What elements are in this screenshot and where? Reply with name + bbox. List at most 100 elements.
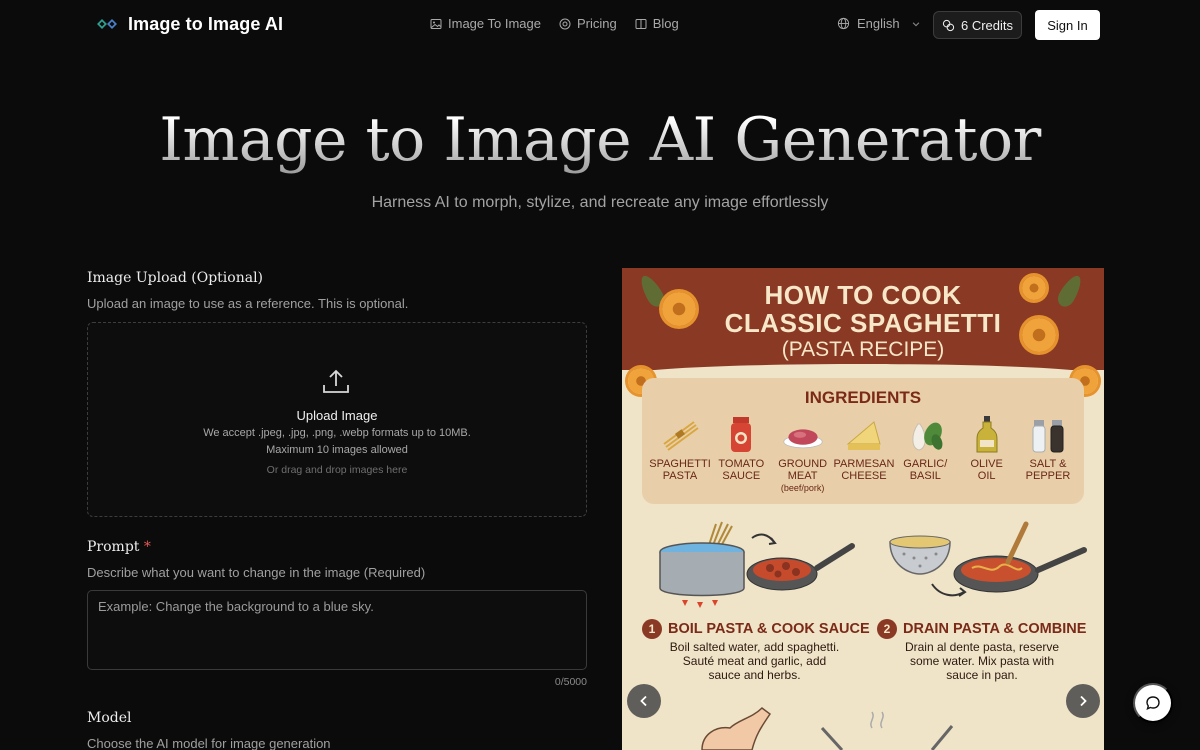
ingredient-item: OLIVE OIL	[957, 414, 1017, 494]
next-steps-illustration	[701, 707, 954, 750]
step1-title-text: BOIL PASTA & COOK SAUCE	[668, 621, 870, 637]
page-subtitle: Harness AI to morph, stylize, and recrea…	[371, 194, 829, 211]
step2-title-text: DRAIN PASTA & COMBINE	[903, 621, 1087, 637]
salt-pepper-shakers-icon	[1032, 420, 1064, 453]
ingredient-line1: SALT &	[1029, 458, 1067, 470]
step2-description: Drain al dente pasta, reserve some water…	[872, 640, 1092, 682]
language-selector[interactable]: English	[837, 16, 921, 31]
image-icon	[430, 18, 442, 29]
ingredients-heading: INGREDIENTS	[804, 388, 922, 407]
upload-max-text: Maximum 10 images allowed	[266, 444, 408, 456]
chat-bubble-icon	[1146, 696, 1160, 711]
step1-line2: Sauté meat and garlic, add	[682, 654, 827, 668]
ingredient-item: SALT & PEPPER	[1018, 414, 1078, 494]
prompt-char-counter: 0/5000	[554, 676, 587, 688]
ingredient-note: (beef/pork)	[780, 483, 825, 493]
required-mark: *	[143, 539, 151, 555]
upload-drag-hint: Or drag and drop images here	[266, 464, 408, 476]
globe-icon	[837, 17, 850, 30]
nav-pricing[interactable]: Pricing	[559, 16, 617, 31]
recipe-title-line1: HOW TO COOK	[764, 280, 962, 310]
main-nav: Image To Image Pricing Blog	[430, 16, 679, 31]
page-title: Image to Image AI Generator	[0, 105, 1200, 175]
recipe-title-line3: (PASTA RECIPE)	[781, 338, 945, 361]
logo-icon	[97, 19, 117, 29]
parmesan-cheese-icon	[846, 421, 881, 450]
model-section-title: Model	[87, 710, 132, 726]
prompt-section-title: Prompt *	[87, 539, 151, 555]
step1-title: 1 BOIL PASTA & COOK SAUCE	[642, 619, 870, 639]
pricing-icon	[559, 18, 571, 29]
ingredient-line1: GARLIC/	[903, 458, 948, 470]
nav-blog[interactable]: Blog	[635, 16, 679, 31]
ingredient-line1: SPAGHETTI	[649, 458, 711, 470]
nav-image-to-image[interactable]: Image To Image	[430, 16, 541, 31]
ingredient-item: GROUND MEAT (beef/pork)	[773, 414, 833, 494]
spaghetti-icon	[663, 421, 699, 451]
chevron-left-icon	[640, 695, 647, 707]
pot-and-pan-illustration	[659, 521, 855, 608]
ingredients-panel: INGREDIENTS SPAGHETTI PASTA TOMATO SAUCE G…	[642, 378, 1084, 504]
nav-label: Pricing	[576, 16, 617, 31]
upload-icon	[323, 369, 349, 393]
ingredient-item: GARLIC/BASIL	[895, 414, 955, 494]
upload-formats-text: We accept .jpeg, .jpg, .png, .webp forma…	[203, 427, 471, 439]
step2-line2: some water. Mix pasta with	[909, 654, 1055, 668]
colander-and-pan-illustration	[889, 521, 1087, 597]
credits-label: 6 Credits	[960, 17, 1014, 33]
upload-image-label: Upload Image	[296, 408, 378, 423]
nav-label: Blog	[652, 16, 679, 31]
recipe-title-line2: CLASSIC SPAGHETTI	[724, 308, 1002, 338]
step2-number: 2	[877, 619, 897, 639]
carousel-prev-button[interactable]	[627, 684, 661, 718]
recipe-title-banner: HOW TO COOK CLASSIC SPAGHETTI (PASTA REC…	[622, 268, 1104, 376]
step1-line3: sauce and herbs.	[708, 668, 801, 682]
tomato-sauce-jar-icon	[731, 417, 752, 452]
chevron-down-icon	[912, 21, 919, 26]
ingredient-line1: OLIVE	[970, 458, 1003, 470]
olive-oil-bottle-icon	[976, 416, 998, 453]
ingredient-line1: PARMESAN	[833, 458, 895, 470]
ingredient-line2: OIL	[977, 470, 996, 482]
nav-label: Image To Image	[448, 16, 541, 31]
language-label: English	[857, 16, 900, 31]
ingredient-line1: GROUND	[778, 458, 828, 470]
carousel-next-button[interactable]	[1066, 684, 1100, 718]
chat-support-button[interactable]	[1133, 683, 1173, 723]
prompt-section-description: Describe what you want to change in the …	[87, 565, 426, 580]
ingredient-item: SPAGHETTI PASTA	[649, 414, 711, 494]
step1-number: 1	[642, 619, 662, 639]
ingredient-line2: MEAT	[787, 470, 818, 482]
step1-description: Boil salted water, add spaghetti. Sauté …	[642, 640, 867, 682]
chevron-right-icon	[1080, 695, 1087, 707]
brand-name: Image to Image AI	[128, 13, 284, 34]
prompt-title-text: Prompt	[87, 539, 140, 555]
ingredient-line2: SAUCE	[722, 470, 761, 482]
image-upload-dropzone[interactable]: Upload Image We accept .jpeg, .jpg, .png…	[87, 322, 587, 517]
step2-line1: Drain al dente pasta, reserve	[904, 640, 1060, 654]
brand-logo[interactable]: Image to Image AI	[95, 12, 283, 36]
model-section-description: Choose the AI model for image generation	[87, 736, 331, 750]
ingredients-list: SPAGHETTI PASTA TOMATO SAUCE GROUND MEAT (be…	[649, 414, 1078, 494]
header: Image to Image AI Image To Image Pricing…	[0, 0, 1200, 50]
upload-section-description: Upload an image to use as a reference. T…	[87, 296, 409, 311]
book-icon	[635, 18, 647, 29]
step1-line1: Boil salted water, add spaghetti.	[669, 640, 840, 654]
example-image-carousel: HOW TO COOK CLASSIC SPAGHETTI (PASTA REC…	[622, 268, 1104, 750]
ingredient-line2: PEPPER	[1025, 470, 1071, 482]
ingredient-item: PARMESAN CHEESE	[834, 414, 894, 494]
ingredient-line2: PASTA	[662, 470, 698, 482]
ingredient-line1: TOMATO	[718, 458, 765, 470]
ingredient-line2: BASIL	[909, 470, 941, 482]
ground-meat-icon	[783, 429, 823, 449]
garlic-basil-icon	[912, 422, 943, 451]
sign-in-button[interactable]: Sign In	[1035, 10, 1100, 40]
prompt-input[interactable]	[87, 590, 587, 670]
ingredient-line2: CHEESE	[841, 470, 887, 482]
step2-title: 2 DRAIN PASTA & COMBINE	[877, 619, 1086, 639]
step2-line3: sauce in pan.	[946, 668, 1018, 682]
ingredient-item: TOMATO SAUCE	[711, 414, 771, 494]
coins-icon	[942, 19, 955, 31]
upload-section-title: Image Upload (Optional)	[87, 270, 264, 286]
credits-button[interactable]: 6 Credits	[933, 11, 1022, 39]
